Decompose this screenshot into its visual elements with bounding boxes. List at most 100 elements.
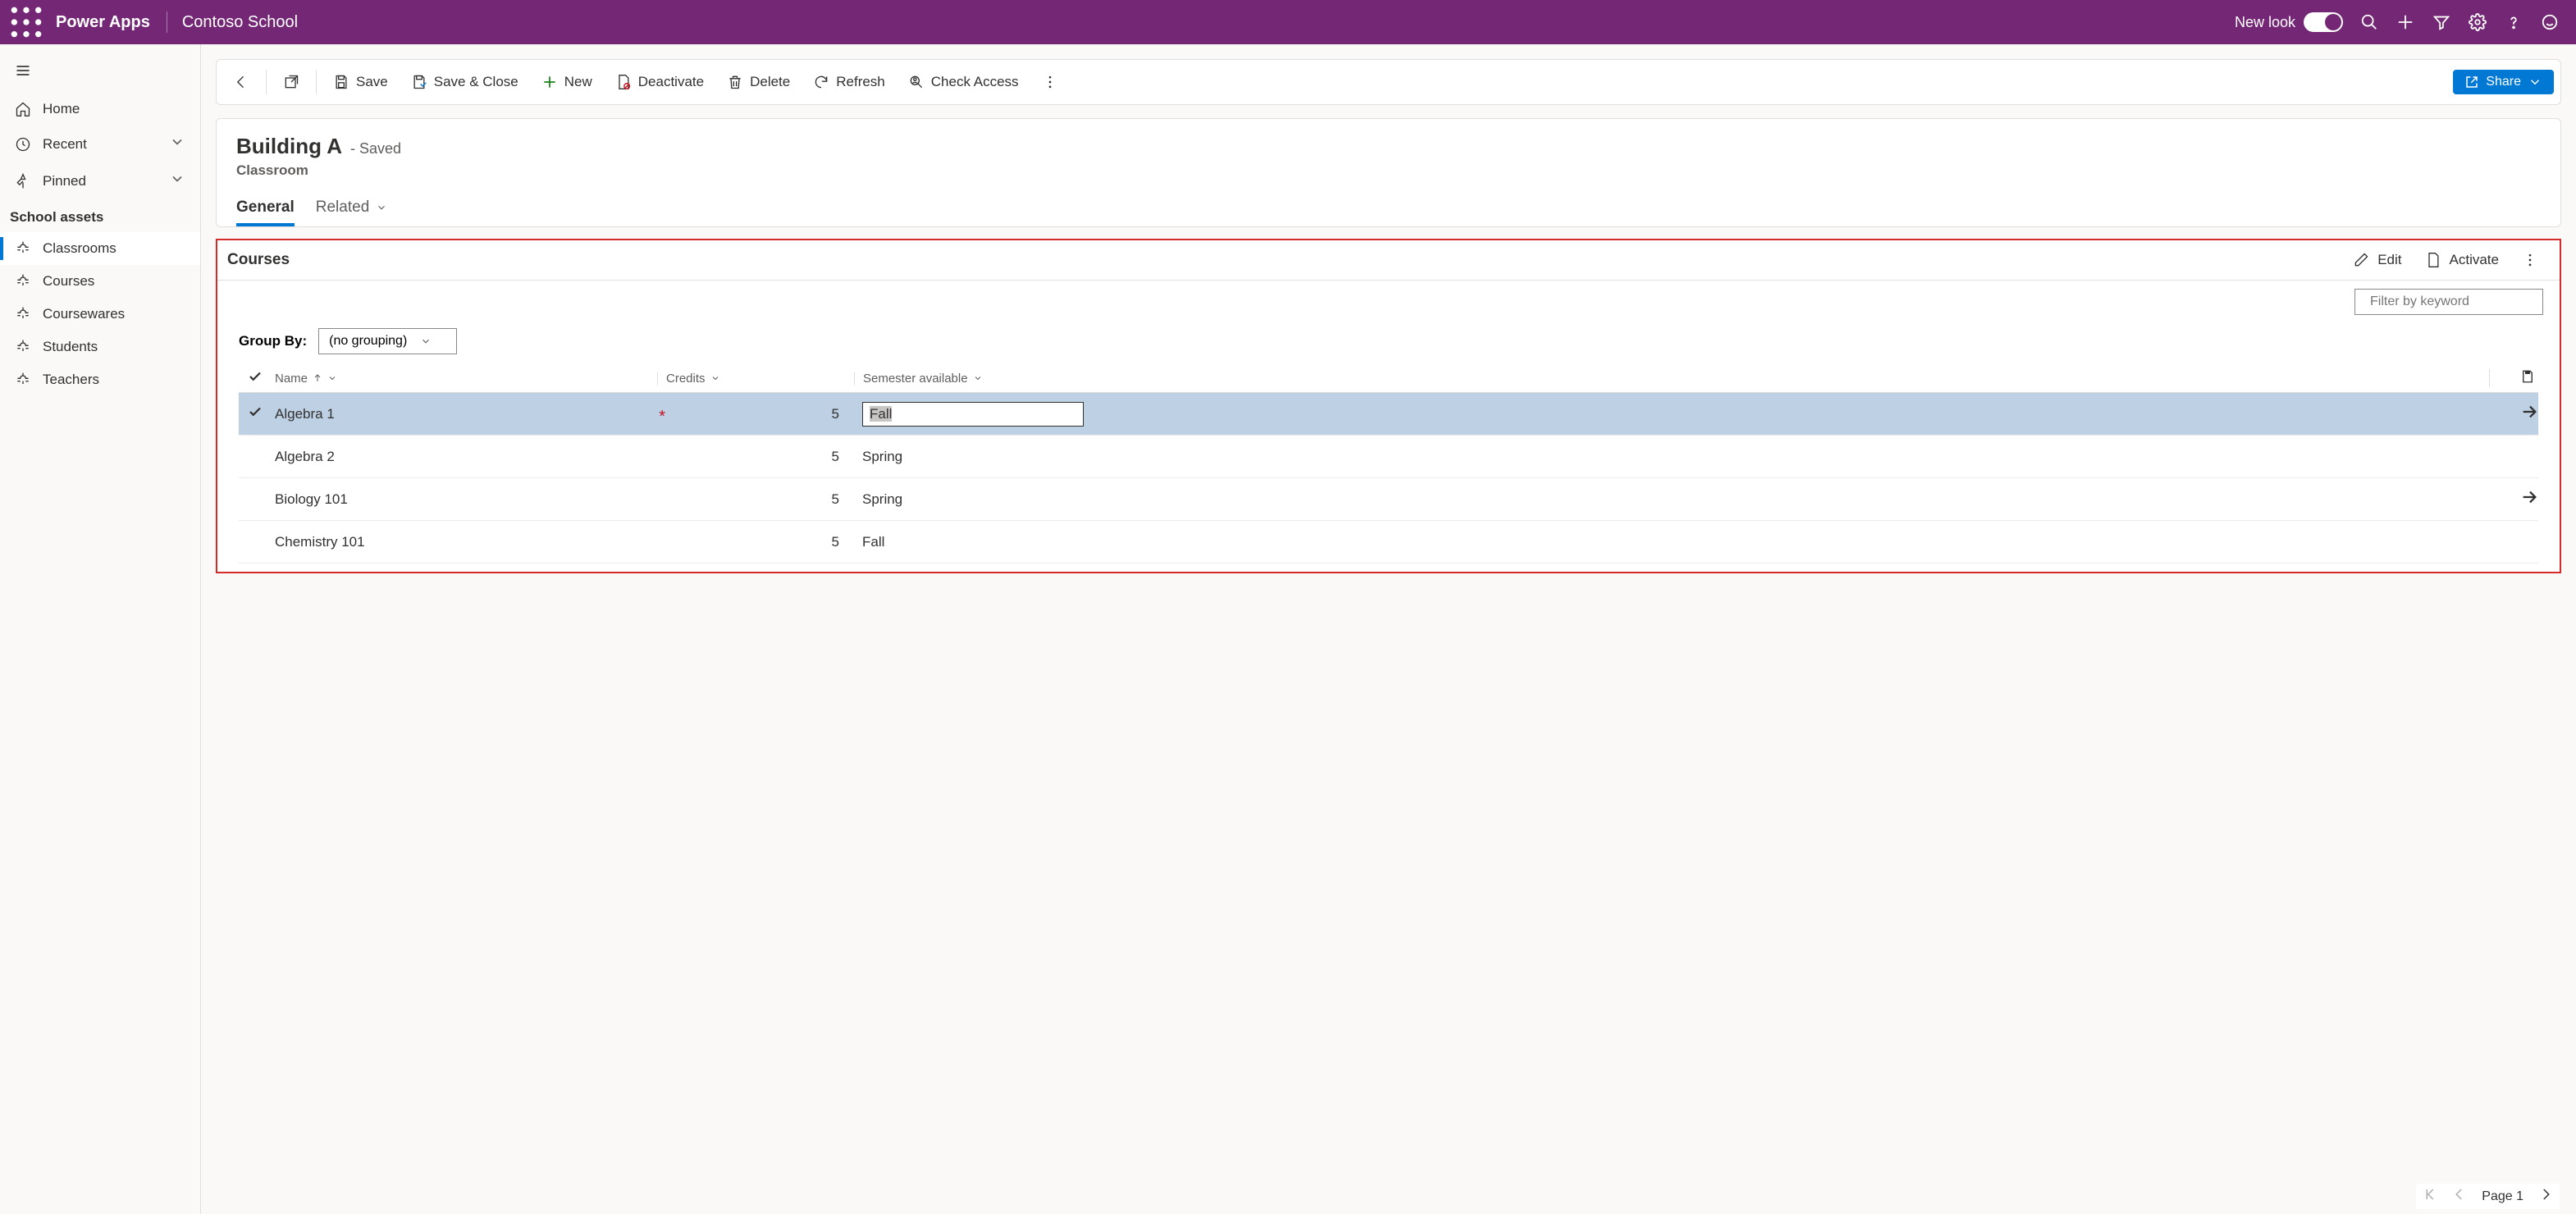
table-row[interactable]: Algebra 2 5 Spring xyxy=(239,436,2538,478)
app-name: Power Apps xyxy=(44,13,162,32)
save-label: Save xyxy=(356,74,388,90)
nav-students-label: Students xyxy=(43,339,98,355)
open-new-window-button[interactable] xyxy=(273,67,309,97)
subgrid-activate-label: Activate xyxy=(2450,252,2499,268)
assistant-icon[interactable] xyxy=(2532,4,2568,40)
row-semester: Spring xyxy=(854,491,2489,508)
select-all-checkbox[interactable] xyxy=(239,369,272,387)
filter-keyword-input[interactable] xyxy=(2354,289,2543,315)
record-tabs: General Related xyxy=(236,199,2541,226)
subgrid-title: Courses xyxy=(227,251,290,269)
record-title: Building A xyxy=(236,134,342,159)
chevron-down-icon xyxy=(169,171,185,191)
nav-pinned[interactable]: Pinned xyxy=(0,162,200,199)
hamburger-icon[interactable] xyxy=(0,52,200,93)
table-row[interactable]: Biology 101 5 Spring xyxy=(239,478,2538,521)
delete-button[interactable]: Delete xyxy=(717,67,800,97)
search-icon[interactable] xyxy=(2351,4,2387,40)
nav-classrooms[interactable]: Classrooms xyxy=(0,232,200,265)
new-look-text: New look xyxy=(2235,14,2295,31)
group-by-label: Group By: xyxy=(239,333,307,349)
subgrid-activate-button[interactable]: Activate xyxy=(2414,247,2510,273)
save-close-label: Save & Close xyxy=(434,74,518,90)
main-area: Save Save & Close New Deactivate Delete … xyxy=(201,44,2576,1214)
tab-general[interactable]: General xyxy=(236,199,295,226)
subgrid-edit-label: Edit xyxy=(2377,252,2401,268)
nav-recent[interactable]: Recent xyxy=(0,126,200,162)
delete-label: Delete xyxy=(750,74,790,90)
pager-prev-icon[interactable] xyxy=(2452,1187,2467,1206)
nav-courses[interactable]: Courses xyxy=(0,265,200,298)
table-row[interactable]: Chemistry 101 5 Fall xyxy=(239,521,2538,564)
col-header-name[interactable]: Name xyxy=(272,372,657,386)
share-button[interactable]: Share xyxy=(2453,70,2554,94)
org-name: Contoso School xyxy=(172,13,308,32)
nav-coursewares-label: Coursewares xyxy=(43,306,125,322)
row-checkbox[interactable] xyxy=(239,404,272,423)
row-name: Algebra 1 xyxy=(275,406,335,422)
row-name: Chemistry 101 xyxy=(275,534,365,550)
refresh-label: Refresh xyxy=(836,74,885,90)
new-button[interactable]: New xyxy=(532,67,602,97)
group-by-value: (no grouping) xyxy=(329,334,407,349)
more-commands-button[interactable] xyxy=(1032,67,1068,97)
check-access-label: Check Access xyxy=(931,74,1019,90)
row-name: Algebra 2 xyxy=(275,449,335,465)
col-header-semester[interactable]: Semester available xyxy=(854,372,2489,386)
nav-classrooms-label: Classrooms xyxy=(43,240,116,257)
row-name: Biology 101 xyxy=(275,491,348,508)
share-label: Share xyxy=(2486,75,2521,89)
row-semester: Fall xyxy=(854,534,2489,550)
command-bar: Save Save & Close New Deactivate Delete … xyxy=(216,59,2561,105)
courses-grid: Name Credits Semester available xyxy=(217,364,2560,564)
subgrid-more-button[interactable] xyxy=(2510,247,2550,273)
row-open-icon[interactable] xyxy=(2489,403,2538,425)
row-credits: 5 xyxy=(657,449,854,465)
nav-section-label: School assets xyxy=(0,199,200,232)
pager-first-icon[interactable] xyxy=(2423,1187,2437,1206)
app-launcher-icon[interactable] xyxy=(8,4,44,40)
deactivate-label: Deactivate xyxy=(638,74,704,90)
entity-name: Classroom xyxy=(236,162,2541,179)
nav-coursewares[interactable]: Coursewares xyxy=(0,298,200,331)
subgrid-edit-button[interactable]: Edit xyxy=(2341,247,2413,273)
save-close-button[interactable]: Save & Close xyxy=(401,67,528,97)
save-button[interactable]: Save xyxy=(323,67,398,97)
nav-courses-label: Courses xyxy=(43,273,94,290)
chevron-down-icon xyxy=(169,134,185,154)
back-button[interactable] xyxy=(223,67,259,97)
grid-header-row: Name Credits Semester available xyxy=(239,364,2538,393)
filter-icon[interactable] xyxy=(2423,4,2460,40)
table-row[interactable]: Algebra 1 * 5 Fall xyxy=(239,393,2538,436)
pager-page-label: Page 1 xyxy=(2482,1189,2523,1204)
row-credits: 5 xyxy=(657,491,854,508)
new-label: New xyxy=(564,74,592,90)
add-icon[interactable] xyxy=(2387,4,2423,40)
record-header-card: Building A - Saved Classroom General Rel… xyxy=(216,118,2561,227)
row-credits: 5 xyxy=(657,534,854,550)
gear-icon[interactable] xyxy=(2460,4,2496,40)
group-by-select[interactable]: (no grouping) xyxy=(318,328,457,354)
nav-teachers-label: Teachers xyxy=(43,372,99,388)
refresh-button[interactable]: Refresh xyxy=(803,67,895,97)
nav-students[interactable]: Students xyxy=(0,331,200,363)
filter-keyword-field[interactable] xyxy=(2370,294,2540,309)
nav-teachers[interactable]: Teachers xyxy=(0,363,200,396)
semester-edit-input[interactable]: Fall xyxy=(862,402,1084,427)
nav-home[interactable]: Home xyxy=(0,93,200,126)
col-header-credits[interactable]: Credits xyxy=(657,372,854,386)
courses-subgrid: Courses Edit Activate xyxy=(216,239,2561,573)
deactivate-button[interactable]: Deactivate xyxy=(605,67,714,97)
new-look-toggle[interactable] xyxy=(2304,12,2343,32)
row-open-icon[interactable] xyxy=(2489,488,2538,510)
nav-pinned-label: Pinned xyxy=(43,173,86,189)
row-credits: 5 xyxy=(657,406,854,422)
save-column-icon[interactable] xyxy=(2489,369,2538,387)
nav-recent-label: Recent xyxy=(43,136,87,153)
tab-related[interactable]: Related xyxy=(316,199,388,226)
help-icon[interactable] xyxy=(2496,4,2532,40)
check-access-button[interactable]: Check Access xyxy=(898,67,1029,97)
pager: Page 1 xyxy=(2416,1184,2560,1209)
new-look-toggle-label: New look xyxy=(2235,12,2343,32)
pager-next-icon[interactable] xyxy=(2538,1187,2553,1206)
